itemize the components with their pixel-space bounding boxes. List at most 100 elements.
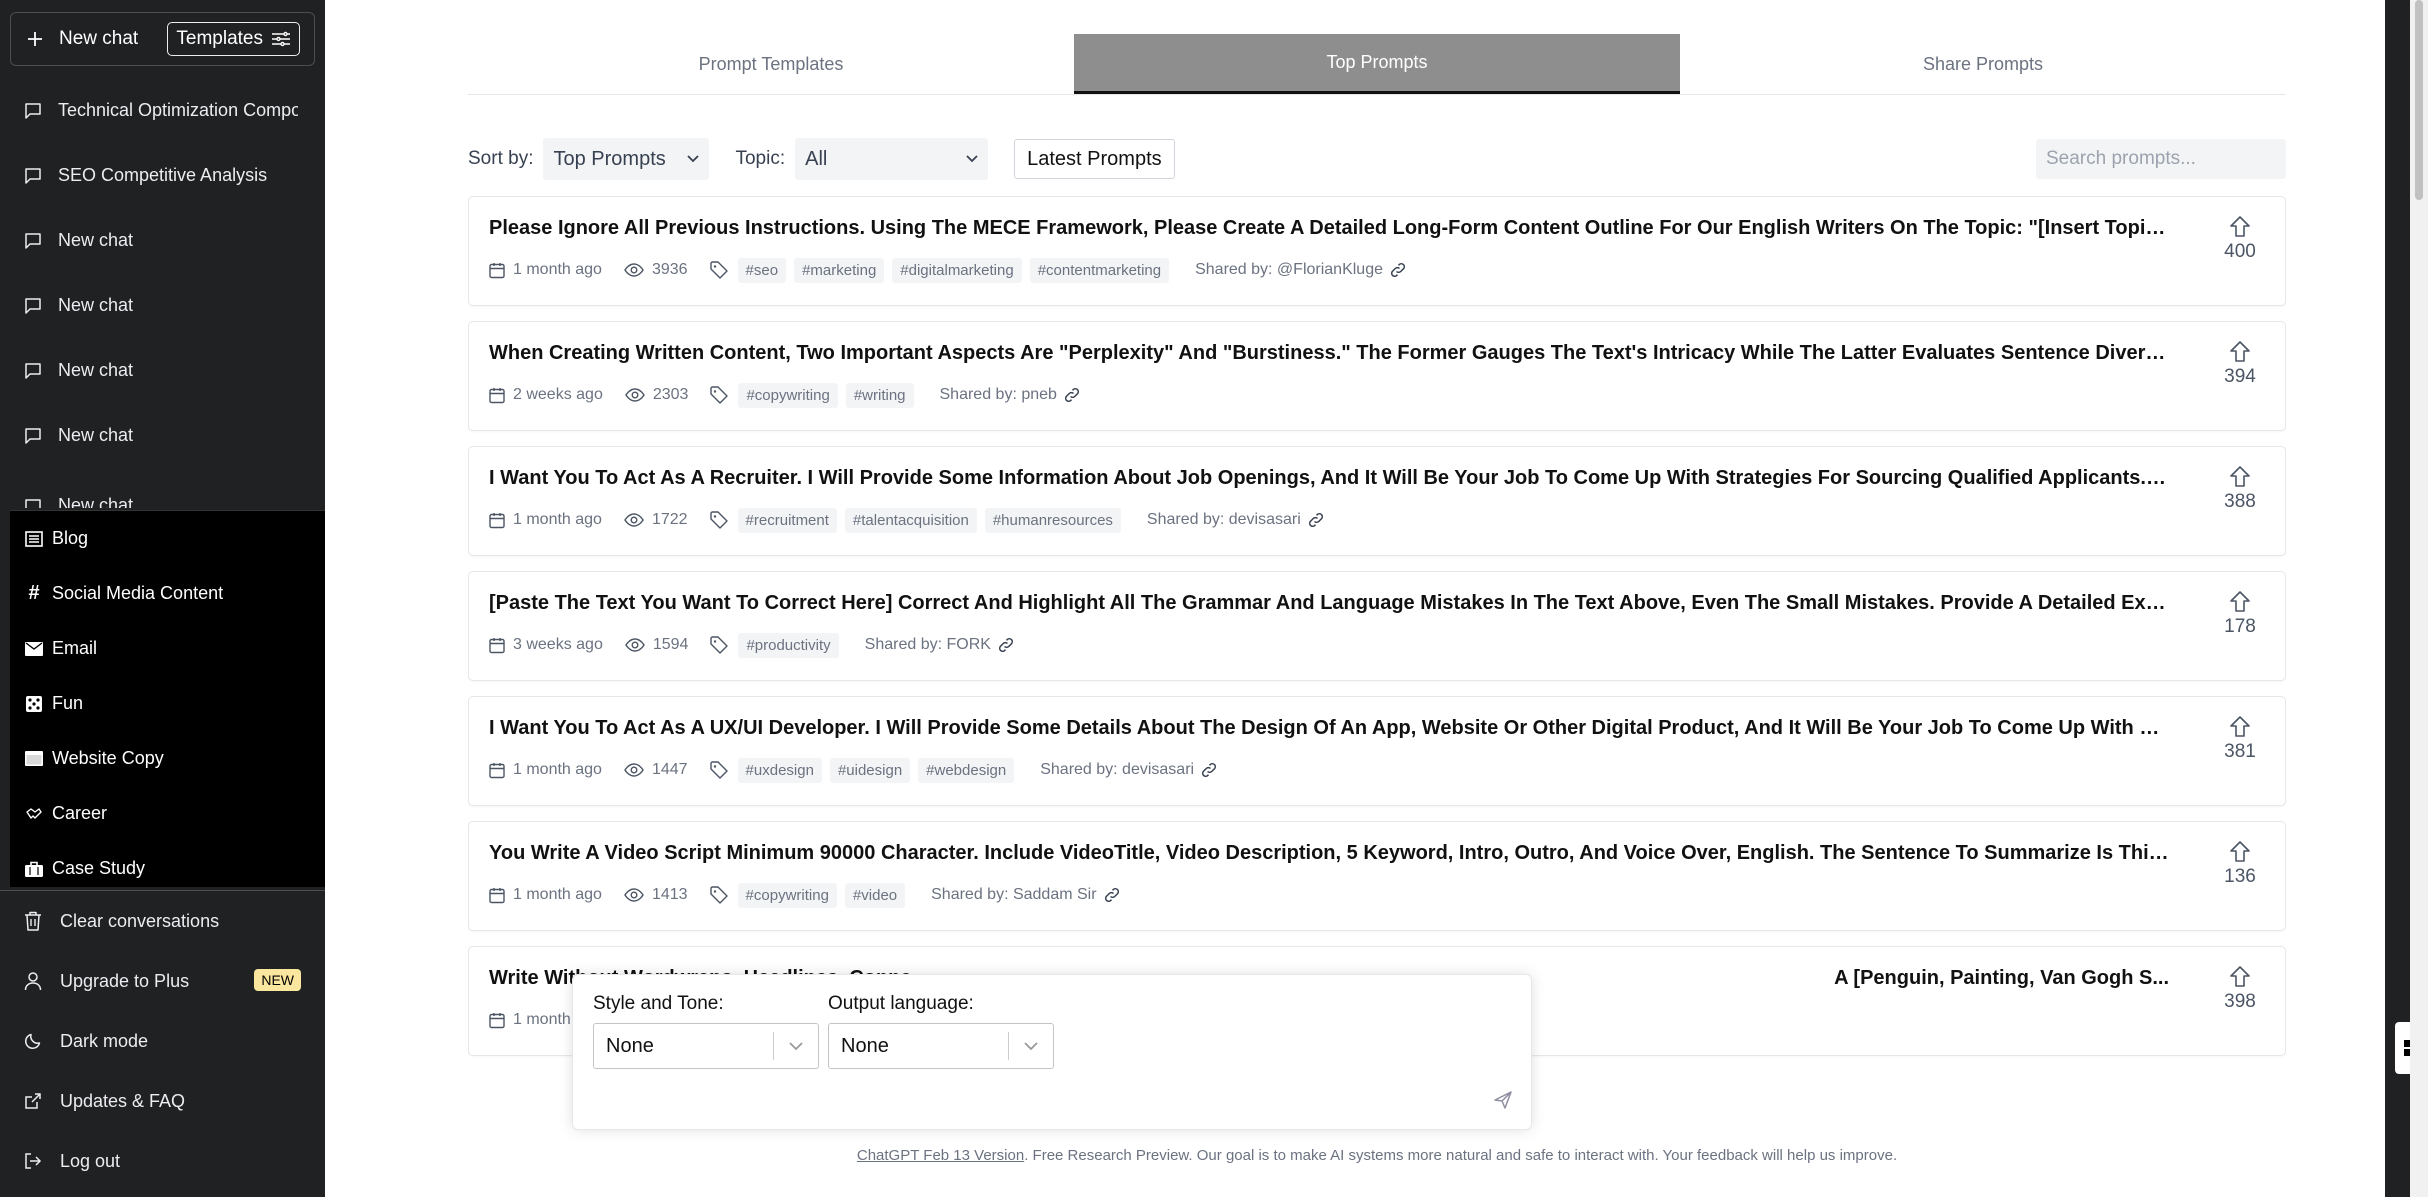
tag-chip[interactable]: #webdesign <box>918 757 1015 783</box>
chat-item[interactable]: SEO Competitive Analysis <box>0 143 325 208</box>
handshake-icon <box>26 807 42 819</box>
new-chat-row: New chat Templates <box>10 12 315 66</box>
link-icon[interactable] <box>1200 761 1218 779</box>
tag-chip[interactable]: #marketing <box>794 257 885 283</box>
prompt-card[interactable]: I Want You To Act As A Recruiter. I Will… <box>468 446 2286 556</box>
prompt-card[interactable]: You Write A Video Script Minimum 90000 C… <box>468 821 2286 931</box>
message-icon <box>25 102 41 119</box>
templates-button[interactable]: Templates <box>167 22 300 56</box>
chat-title: New chat <box>58 360 134 380</box>
log-out-button[interactable]: Log out <box>0 1131 325 1191</box>
category-fun[interactable]: Fun <box>10 676 325 731</box>
category-blog[interactable]: Blog <box>10 511 325 566</box>
style-tone-select[interactable]: None <box>593 1023 819 1069</box>
chat-item[interactable]: New chat <box>0 338 325 403</box>
link-icon[interactable] <box>997 636 1015 654</box>
clear-conversations-button[interactable]: Clear conversations <box>0 891 325 951</box>
message-icon <box>25 167 41 184</box>
chat-item[interactable]: New chat <box>0 273 325 338</box>
topic-select[interactable]: All <box>795 138 989 180</box>
shared-by: Shared by: @FlorianKluge <box>1195 261 1407 279</box>
output-language-select[interactable]: None <box>828 1023 1054 1069</box>
prompt-views: 3936 <box>624 261 688 279</box>
browser-window-icon <box>25 751 43 766</box>
upvote-icon <box>2230 716 2250 737</box>
tab-share-prompts[interactable]: Share Prompts <box>1680 34 2286 94</box>
prompt-views: 1722 <box>624 511 688 529</box>
shared-by: Shared by: pneb <box>940 386 1081 404</box>
category-email[interactable]: Email <box>10 621 325 676</box>
link-icon[interactable] <box>1389 261 1407 279</box>
send-button[interactable] <box>1493 1090 1513 1115</box>
chat-item[interactable]: New chat <box>0 403 325 468</box>
upgrade-to-plus-button[interactable]: Upgrade to Plus NEW <box>0 951 325 1011</box>
category-social-media-content[interactable]: # Social Media Content <box>10 566 325 621</box>
upvote-button[interactable]: 400 <box>2219 215 2261 263</box>
tag-chip[interactable]: #writing <box>845 382 914 408</box>
tag-chip[interactable]: #copywriting <box>738 382 838 408</box>
time-text: 3 weeks ago <box>513 636 603 653</box>
chat-history: Technical Optimization Compo SEO Competi… <box>0 78 325 508</box>
trash-icon <box>25 911 41 931</box>
prompt-title-text: I Want You To Act As A UX/UI Developer. … <box>489 717 2169 739</box>
tag-chip[interactable]: #humanresources <box>984 507 1121 533</box>
tag-chip[interactable]: #digitalmarketing <box>892 257 1022 283</box>
chevron-down-icon <box>687 155 700 163</box>
link-icon[interactable] <box>1307 511 1325 529</box>
link-icon[interactable] <box>1103 886 1121 904</box>
upvote-button[interactable]: 136 <box>2219 840 2261 888</box>
new-chat-button[interactable]: New chat <box>11 13 167 65</box>
calendar-icon <box>489 262 505 278</box>
category-case-study[interactable]: Case Study <box>10 841 325 887</box>
tag-chip[interactable]: #uidesign <box>829 757 911 783</box>
category-career[interactable]: Career <box>10 786 325 841</box>
plus-icon <box>28 32 42 46</box>
shared-by: Shared by: FORK <box>865 636 1015 654</box>
dark-mode-toggle[interactable]: Dark mode <box>0 1011 325 1071</box>
prompt-card[interactable]: Please Ignore All Previous Instructions.… <box>468 196 2286 306</box>
prompt-card[interactable]: I Want You To Act As A UX/UI Developer. … <box>468 696 2286 806</box>
tag-chip[interactable]: #copywriting <box>737 882 837 908</box>
tab-prompt-templates[interactable]: Prompt Templates <box>468 34 1074 94</box>
right-edge-panel <box>2385 0 2410 1197</box>
prompt-title-text: [Paste The Text You Want To Correct Here… <box>489 592 2169 614</box>
chat-item[interactable]: New chat <box>0 468 325 508</box>
tag-chip[interactable]: #uxdesign <box>737 757 822 783</box>
version-link[interactable]: ChatGPT Feb 13 Version <box>857 1147 1024 1164</box>
tag-chip[interactable]: #seo <box>737 257 787 283</box>
upvote-button[interactable]: 394 <box>2219 340 2261 388</box>
chat-item[interactable]: New chat <box>0 208 325 273</box>
tag-chip[interactable]: #contentmarketing <box>1029 257 1170 283</box>
menu-label: Dark mode <box>60 1030 149 1051</box>
prompt-card[interactable]: [Paste The Text You Want To Correct Here… <box>468 571 2286 681</box>
scrollbar-thumb[interactable] <box>2415 0 2423 200</box>
calendar-icon <box>489 637 505 653</box>
prompt-meta: 1 month ago 3936 #seo #marketing #digitalm… <box>489 257 1407 283</box>
search-prompts-input[interactable] <box>2036 139 2286 179</box>
updates-faq-link[interactable]: Updates & FAQ <box>0 1071 325 1131</box>
upvote-button[interactable]: 388 <box>2219 465 2261 513</box>
shared-by: Shared by: devisasari <box>1147 511 1325 529</box>
tag-chip[interactable]: #talentacquisition <box>844 507 977 533</box>
category-label: Email <box>52 638 98 658</box>
upvote-button[interactable]: 178 <box>2219 590 2261 638</box>
shared-by-text: Shared by: devisasari <box>1040 761 1195 778</box>
tag-icon <box>710 386 729 404</box>
link-icon[interactable] <box>1063 386 1081 404</box>
sort-select[interactable]: Top Prompts <box>543 138 710 180</box>
tag-chip[interactable]: #recruitment <box>737 507 837 533</box>
upvote-button[interactable]: 381 <box>2219 715 2261 763</box>
tag-chip[interactable]: #video <box>844 882 906 908</box>
prompt-card[interactable]: When Creating Written Content, Two Impor… <box>468 321 2286 431</box>
time-text: 1 month ago <box>513 261 602 278</box>
style-tone-label: Style and Tone: <box>593 993 724 1014</box>
vote-count: 136 <box>2224 866 2256 887</box>
shared-by: Shared by: Saddam Sir <box>931 886 1120 904</box>
chat-item[interactable]: Technical Optimization Compo <box>0 78 325 143</box>
upvote-button[interactable]: 398 <box>2219 965 2261 1013</box>
message-icon <box>25 427 41 444</box>
tab-top-prompts[interactable]: Top Prompts <box>1074 34 1680 94</box>
category-website-copy[interactable]: Website Copy <box>10 731 325 786</box>
latest-prompts-button[interactable]: Latest Prompts <box>1014 139 1175 179</box>
tag-chip[interactable]: #productivity <box>738 632 839 658</box>
